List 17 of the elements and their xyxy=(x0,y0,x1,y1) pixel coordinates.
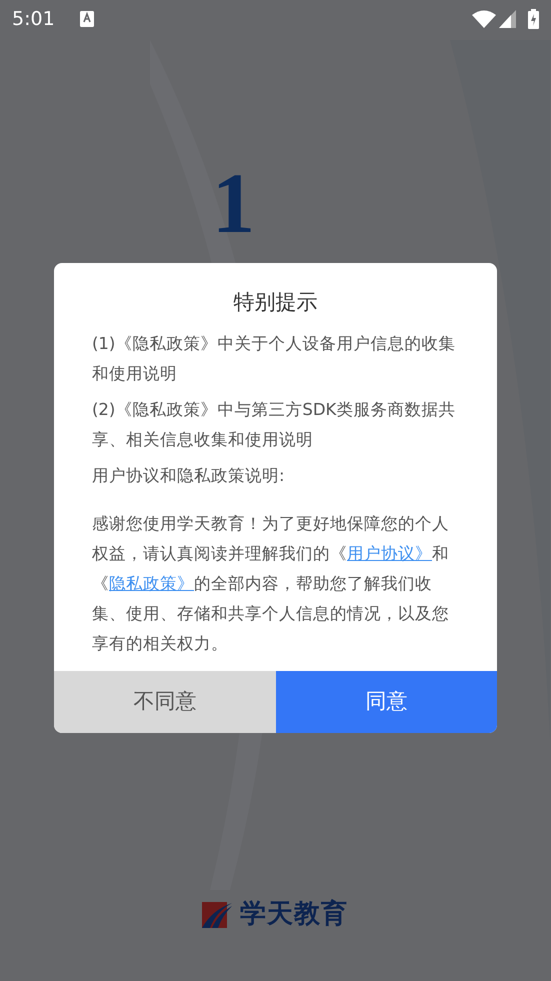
notice-item: (2)《隐私政策》中与第三方SDK类服务商数据共享、相关信息收集和使用说明 xyxy=(91,398,456,450)
splash-numeral: 1 xyxy=(212,160,255,246)
notification-icon xyxy=(80,11,94,27)
battery-icon xyxy=(528,9,539,29)
status-time: 5:01 xyxy=(12,6,55,32)
consent-paragraph: 感谢您使用学天教育！为了更好地保障您的个人权益，请认真阅读并理解我们的《用户协议》和《隐私政策》的全部内容，帮助您了解我们收集、使用、存储和共享个人信息的情况，以及您享有的相关权力。 xyxy=(91,512,450,654)
agree-button[interactable]: 同意 xyxy=(276,670,497,732)
logo-text: 学天教育 xyxy=(240,898,348,931)
dialog-title: 特别提示 xyxy=(232,289,318,316)
wifi-icon xyxy=(472,10,496,28)
notice-item: (1)《隐私政策》中关于个人设备用户信息的收集和使用说明 xyxy=(91,332,456,384)
logo-icon xyxy=(202,902,232,928)
notice-item: 用户协议和隐私政策说明: xyxy=(91,464,286,486)
policy-link[interactable]: 隐私政策》 xyxy=(109,574,194,592)
policy-link[interactable]: 用户协议》 xyxy=(347,544,432,562)
decline-button[interactable]: 不同意 xyxy=(54,670,276,732)
signal-icon xyxy=(499,10,516,28)
